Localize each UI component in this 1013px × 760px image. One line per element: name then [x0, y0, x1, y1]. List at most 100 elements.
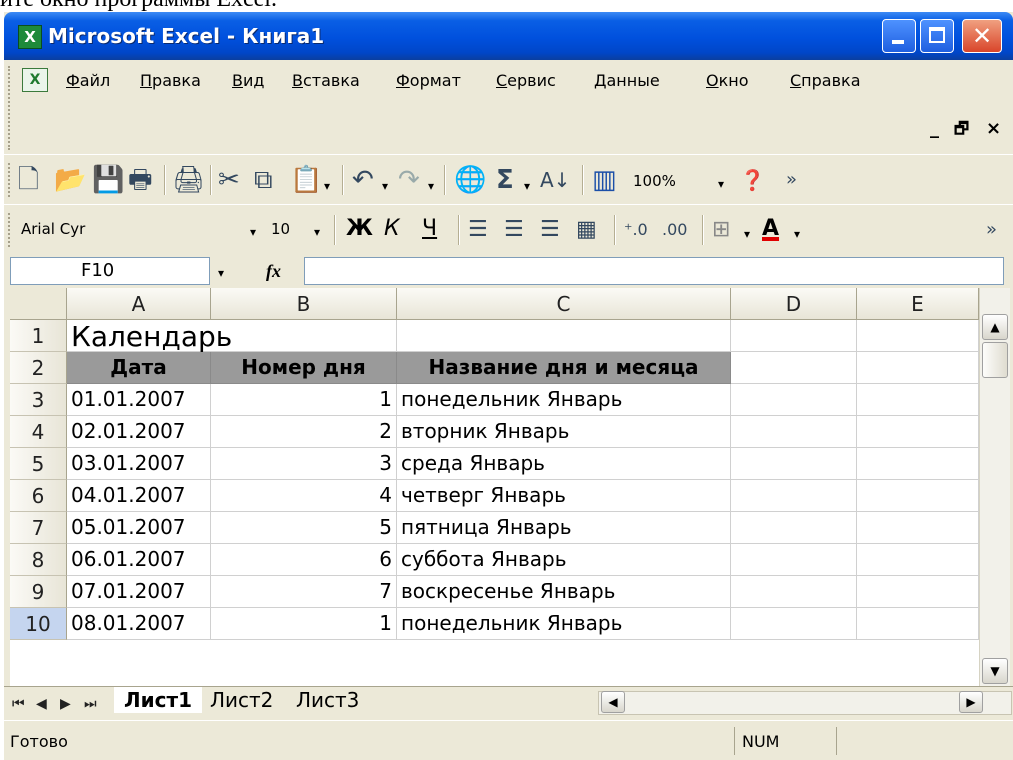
formula-input[interactable] — [304, 257, 1004, 285]
menu-data[interactable]: Данные — [594, 70, 660, 92]
doc-close-button[interactable]: × — [986, 118, 1001, 140]
cell-a1[interactable]: Календарь — [67, 320, 232, 353]
cell-a5[interactable]: 03.01.2007 — [67, 448, 211, 480]
borders-icon[interactable]: ⊞ — [712, 213, 730, 247]
title-bar[interactable]: X Microsoft Excel - Книга1 ✕ — [4, 12, 1013, 60]
cell-e4[interactable] — [857, 416, 979, 448]
cell-d5[interactable] — [731, 448, 857, 480]
menu-file[interactable]: Файл — [66, 70, 110, 92]
cell-d7[interactable] — [731, 512, 857, 544]
cell-d9[interactable] — [731, 576, 857, 608]
column-header-e[interactable]: E — [857, 288, 979, 320]
undo-icon[interactable]: ↶ — [352, 163, 374, 197]
cell-b10[interactable]: 1 — [211, 608, 397, 640]
redo-dropdown-icon[interactable]: ▾ — [428, 179, 434, 193]
font-name-combo[interactable]: Arial Cyr — [16, 215, 246, 243]
cell-a9[interactable]: 07.01.2007 — [67, 576, 211, 608]
cell-c5[interactable]: среда Январь — [397, 448, 731, 480]
row-header[interactable]: 5 — [10, 448, 67, 480]
cell-c2[interactable]: Название дня и месяца — [397, 352, 731, 384]
increase-decimal-icon[interactable]: ⁺.0 — [624, 213, 648, 247]
hyperlink-icon[interactable]: 🌐 — [454, 163, 486, 197]
cell-a3[interactable]: 01.01.2007 — [67, 384, 211, 416]
open-folder-icon[interactable]: 📂 — [54, 163, 86, 197]
toolbar-grip[interactable] — [8, 213, 14, 247]
cell-c10[interactable]: понедельник Январь — [397, 608, 731, 640]
tab-sheet2[interactable]: Лист2 — [200, 687, 283, 713]
cell-b4[interactable]: 2 — [211, 416, 397, 448]
font-color-dropdown-icon[interactable]: ▾ — [794, 227, 800, 241]
maximize-button[interactable] — [920, 19, 954, 53]
cell-e9[interactable] — [857, 576, 979, 608]
font-size-combo[interactable]: 10 — [266, 215, 306, 243]
column-header-a[interactable]: A — [67, 288, 211, 320]
decrease-decimal-icon[interactable]: .00 — [662, 213, 687, 247]
menu-window[interactable]: Окно — [706, 70, 749, 92]
name-box-dropdown-icon[interactable]: ▾ — [218, 266, 224, 280]
italic-button[interactable]: К — [384, 213, 400, 245]
menu-view[interactable]: Вид — [232, 70, 264, 92]
cell-e10[interactable] — [857, 608, 979, 640]
align-left-icon[interactable]: ☰ — [468, 213, 488, 247]
chart-wizard-icon[interactable]: ▥ — [592, 163, 617, 197]
doc-minimize-button[interactable]: _ — [930, 118, 939, 140]
column-header-c[interactable]: C — [397, 288, 731, 320]
cell-a10[interactable]: 08.01.2007 — [67, 608, 211, 640]
align-center-icon[interactable]: ☰ — [504, 213, 524, 247]
paste-icon[interactable]: 📋 — [290, 163, 322, 197]
bold-button[interactable]: Ж — [346, 213, 373, 245]
underline-button[interactable]: Ч — [422, 213, 437, 245]
menu-help[interactable]: Справка — [790, 70, 861, 92]
copy-icon[interactable]: ⧉ — [254, 163, 273, 197]
scroll-thumb[interactable] — [982, 342, 1008, 378]
vertical-scrollbar[interactable]: ▲ ▼ — [979, 288, 1010, 686]
row-header[interactable]: 9 — [10, 576, 67, 608]
font-color-icon[interactable]: A — [762, 213, 779, 245]
cell-b6[interactable]: 4 — [211, 480, 397, 512]
row-header[interactable]: 10 — [10, 608, 67, 640]
minimize-button[interactable] — [882, 19, 916, 53]
cell-c1[interactable] — [397, 320, 731, 352]
close-button[interactable]: ✕ — [962, 19, 1002, 53]
menu-insert[interactable]: Вставка — [292, 70, 360, 92]
cell-c8[interactable]: суббота Январь — [397, 544, 731, 576]
cell-b1[interactable] — [211, 320, 397, 352]
scroll-up-button[interactable]: ▲ — [982, 314, 1008, 340]
print-icon[interactable]: 🖨 — [172, 163, 205, 197]
prev-sheet-icon[interactable]: ◀ — [36, 693, 47, 715]
toolbar-more-icon[interactable]: » — [986, 213, 997, 247]
cell-b9[interactable]: 7 — [211, 576, 397, 608]
cell-b2[interactable]: Номер дня — [211, 352, 397, 384]
cell-b3[interactable]: 1 — [211, 384, 397, 416]
cell-c6[interactable]: четверг Январь — [397, 480, 731, 512]
cell-d2[interactable] — [731, 352, 857, 384]
menu-grip[interactable] — [8, 66, 14, 150]
first-sheet-icon[interactable]: ⏮ — [12, 693, 25, 715]
row-header[interactable]: 1 — [10, 320, 67, 352]
cell-d8[interactable] — [731, 544, 857, 576]
row-header[interactable]: 4 — [10, 416, 67, 448]
toolbar-grip[interactable] — [8, 163, 14, 197]
cut-icon[interactable]: ✂ — [218, 163, 240, 197]
next-sheet-icon[interactable]: ▶ — [60, 693, 71, 715]
excel-app-icon[interactable]: X — [18, 25, 42, 49]
cell-d1[interactable] — [731, 320, 857, 352]
horizontal-scrollbar[interactable]: ◀ ▶ — [598, 691, 1012, 715]
cell-e6[interactable] — [857, 480, 979, 512]
save-icon[interactable]: 💾 — [92, 163, 124, 197]
font-name-dropdown-icon[interactable]: ▾ — [250, 225, 256, 239]
scroll-right-button[interactable]: ▶ — [959, 691, 983, 713]
scroll-left-button[interactable]: ◀ — [601, 691, 625, 713]
column-header-b[interactable]: B — [211, 288, 397, 320]
cell-b8[interactable]: 6 — [211, 544, 397, 576]
help-icon[interactable]: ❓ — [740, 163, 765, 197]
cell-b5[interactable]: 3 — [211, 448, 397, 480]
cell-a6[interactable]: 04.01.2007 — [67, 480, 211, 512]
cell-d3[interactable] — [731, 384, 857, 416]
last-sheet-icon[interactable]: ⏭ — [84, 693, 97, 715]
redo-icon[interactable]: ↷ — [398, 163, 420, 197]
cell-d4[interactable] — [731, 416, 857, 448]
scroll-down-button[interactable]: ▼ — [982, 658, 1008, 684]
cell-a4[interactable]: 02.01.2007 — [67, 416, 211, 448]
cell-d6[interactable] — [731, 480, 857, 512]
